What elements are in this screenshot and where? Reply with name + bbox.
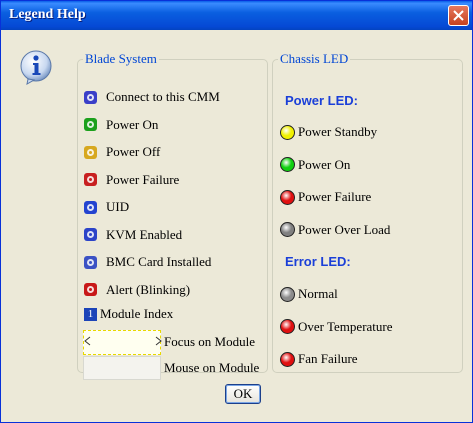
power-led-item: Power Standby [280,123,377,141]
mouse-on-module-label: Mouse on Module [164,360,260,375]
blade-system-legend: Blade System [85,51,157,66]
error-led-label: Over Temperature [298,318,393,334]
uid-icon [84,200,97,214]
error-led-header: Error LED: [285,254,351,269]
error-led-item: Over Temperature [280,318,393,336]
power-led-label: Power Over Load [298,221,391,237]
power-led-label: Power Failure [298,189,372,204]
blade-legend-item: Power Off [84,143,160,161]
module-index-row: 1 Module Index [84,305,173,323]
connect-cmm-icon [84,90,97,104]
led-circle-icon [280,189,295,205]
module-index-icon: 1 [84,307,97,321]
blade-legend-item: KVM Enabled [84,226,182,244]
power-led-item: Power On [280,156,350,174]
blade-legend-label: Connect to this CMM [106,89,220,104]
legend-help-dialog: Legend Help Blade System Connect to this… [0,0,473,423]
blade-legend-label: Power Failure [106,171,180,187]
blade-legend-label: BMC Card Installed [106,254,212,269]
power-failure-icon [84,173,97,186]
blade-legend-label: Alert (Blinking) [106,281,191,297]
blade-legend-item: Power On [84,116,158,134]
led-circle-icon [280,351,295,367]
title-bar[interactable]: Legend Help [1,1,472,30]
alert-icon [84,283,97,296]
blade-system-group: Blade System Connect to this CMM Power On… [77,51,268,380]
ok-button[interactable]: OK [225,384,261,404]
blade-legend-item: Power Failure [84,171,179,189]
error-led-item: Fan Failure [280,350,358,368]
led-circle-icon [280,124,295,140]
bmc-icon [84,255,97,269]
dialog-title: Legend Help [9,7,86,22]
blade-legend-label: Power Off [106,144,161,159]
blade-legend-item: UID [84,198,129,216]
close-icon [453,10,464,21]
power-off-icon [84,145,97,159]
blade-legend-label: KVM Enabled [106,226,183,242]
chassis-led-legend: Chassis LED [280,51,349,66]
led-circle-icon [280,157,295,172]
power-on-icon [84,118,97,131]
power-led-item: Power Failure [280,188,371,206]
led-circle-icon [280,286,295,302]
focus-on-module-label: Focus on Module [164,334,255,349]
kvm-icon [84,228,97,241]
close-button[interactable] [448,5,469,26]
led-circle-icon [280,222,295,237]
power-led-header: Power LED: [285,93,358,108]
info-icon [20,50,52,85]
blade-legend-item: Alert (Blinking) [84,281,190,299]
error-led-item: Normal [280,285,338,303]
power-led-label: Power On [298,156,351,172]
focus-on-module-sample [83,330,162,355]
power-led-item: Power Over Load [280,221,390,239]
blade-legend-item: BMC Card Installed [84,253,211,271]
error-led-label: Normal [298,286,338,301]
power-led-label: Power Standby [298,124,378,139]
error-led-label: Fan Failure [298,351,358,366]
chassis-led-group: Chassis LED Power LED: Power Standby Powe… [272,51,463,373]
module-index-label: Module Index [100,306,174,321]
blade-legend-label: UID [106,199,130,214]
mouse-on-module-sample [83,356,161,380]
blade-legend-label: Power On [106,116,159,132]
blade-legend-item: Connect to this CMM [84,88,220,106]
led-circle-icon [280,319,295,334]
